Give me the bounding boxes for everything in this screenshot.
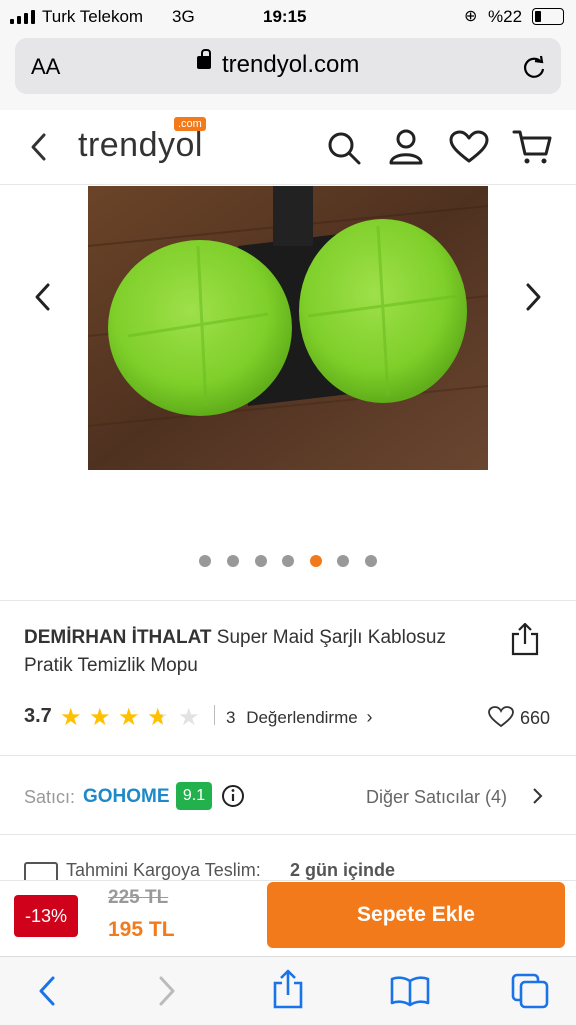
shipping-label: Tahmini Kargoya Teslim: bbox=[66, 860, 261, 880]
seller-label: Satıcı: bbox=[24, 787, 76, 807]
current-price: 195 TL bbox=[108, 918, 175, 941]
reviews-link[interactable]: 3 Değerlendirme › bbox=[226, 707, 372, 728]
favorite-heart-icon[interactable] bbox=[488, 706, 514, 728]
browser-back-icon[interactable] bbox=[36, 975, 58, 1007]
reload-icon[interactable] bbox=[521, 54, 547, 80]
url-text: trendyol.com bbox=[222, 51, 360, 78]
seller-name[interactable]: GOHOME bbox=[83, 786, 170, 808]
text-size-button[interactable]: AA bbox=[31, 54, 60, 80]
product-gallery[interactable] bbox=[88, 186, 488, 598]
star-full-icon: ★ bbox=[60, 704, 82, 731]
gallery-dot[interactable] bbox=[255, 555, 267, 567]
tabs-icon[interactable] bbox=[510, 972, 550, 1010]
trendyol-logo[interactable]: trendyol .com bbox=[78, 117, 206, 165]
gallery-next-icon[interactable] bbox=[522, 282, 544, 312]
gallery-prev-icon[interactable] bbox=[32, 282, 54, 312]
product-title: DEMİRHAN İTHALAT Super Maid Şarjlı Kablo… bbox=[24, 624, 484, 680]
divider bbox=[0, 755, 576, 756]
rating-value: 3.7 bbox=[24, 705, 52, 727]
chevron-right-icon[interactable] bbox=[532, 787, 544, 805]
signal-icon bbox=[10, 10, 35, 24]
star-full-icon: ★ bbox=[118, 704, 140, 731]
gallery-dot[interactable] bbox=[365, 555, 377, 567]
gallery-dot[interactable] bbox=[337, 555, 349, 567]
discount-badge: -13% bbox=[14, 895, 78, 937]
browser-share-icon[interactable] bbox=[272, 969, 304, 1009]
old-price: 225 TL bbox=[108, 887, 169, 908]
divider bbox=[0, 834, 576, 835]
buy-bar: -13% 225 TL 195 TL Sepete Ekle bbox=[0, 880, 576, 957]
product-image[interactable] bbox=[88, 186, 488, 470]
info-icon[interactable] bbox=[221, 784, 245, 808]
carrier-name: Turk Telekom bbox=[42, 7, 144, 26]
chevron-right-icon: › bbox=[366, 707, 373, 727]
favorite-count: 660 bbox=[520, 708, 551, 728]
logo-badge: .com bbox=[174, 117, 206, 131]
rotation-lock-icon: ⊕ bbox=[464, 8, 478, 25]
shipping-estimate: Tahmini Kargoya Teslim: 2 gün içinde bbox=[24, 860, 544, 880]
bookmarks-icon[interactable] bbox=[390, 975, 430, 1007]
other-sellers-link[interactable]: Diğer Satıcılar (4) bbox=[366, 787, 507, 808]
seller-score-badge: 9.1 bbox=[176, 782, 212, 810]
review-count: 3 bbox=[226, 708, 236, 727]
gallery-dot[interactable] bbox=[282, 555, 294, 567]
browser-chrome: AA trendyol.com bbox=[0, 34, 576, 111]
star-full-icon: ★ bbox=[89, 704, 111, 731]
logo-text: trendyol bbox=[78, 126, 203, 164]
browser-toolbar bbox=[0, 956, 576, 1025]
battery-icon bbox=[532, 8, 564, 25]
brand-name[interactable]: DEMİRHAN İTHALAT bbox=[24, 627, 212, 648]
star-empty-icon: ★ bbox=[178, 704, 200, 731]
status-bar: Turk Telekom 3G 19:15 ⊕ %22 bbox=[0, 0, 576, 34]
search-icon[interactable] bbox=[326, 130, 362, 166]
favorites-icon[interactable] bbox=[449, 130, 489, 164]
cart-icon[interactable] bbox=[512, 128, 554, 166]
address-bar[interactable]: AA trendyol.com bbox=[15, 38, 561, 94]
clock: 19:15 bbox=[263, 7, 307, 26]
star-partial-icon: ★ bbox=[147, 704, 169, 731]
review-label: Değerlendirme bbox=[246, 708, 358, 727]
gallery-dot[interactable] bbox=[199, 555, 211, 567]
account-icon[interactable] bbox=[388, 128, 424, 166]
back-icon[interactable] bbox=[28, 132, 50, 162]
battery-percent: %22 bbox=[488, 7, 523, 26]
gallery-dot[interactable] bbox=[227, 555, 239, 567]
share-icon[interactable] bbox=[510, 622, 540, 656]
shipping-value: 2 gün içinde bbox=[290, 860, 396, 880]
divider bbox=[0, 600, 576, 601]
add-to-cart-label: Sepete Ekle bbox=[357, 903, 475, 926]
truck-icon bbox=[24, 862, 58, 880]
gallery-dot-active[interactable] bbox=[310, 555, 322, 567]
browser-forward-icon[interactable] bbox=[156, 975, 178, 1007]
network-type: 3G bbox=[172, 7, 195, 26]
site-header: trendyol .com bbox=[0, 110, 576, 185]
add-to-cart-button[interactable]: Sepete Ekle bbox=[267, 882, 565, 948]
mop-pads-photo bbox=[88, 186, 488, 470]
